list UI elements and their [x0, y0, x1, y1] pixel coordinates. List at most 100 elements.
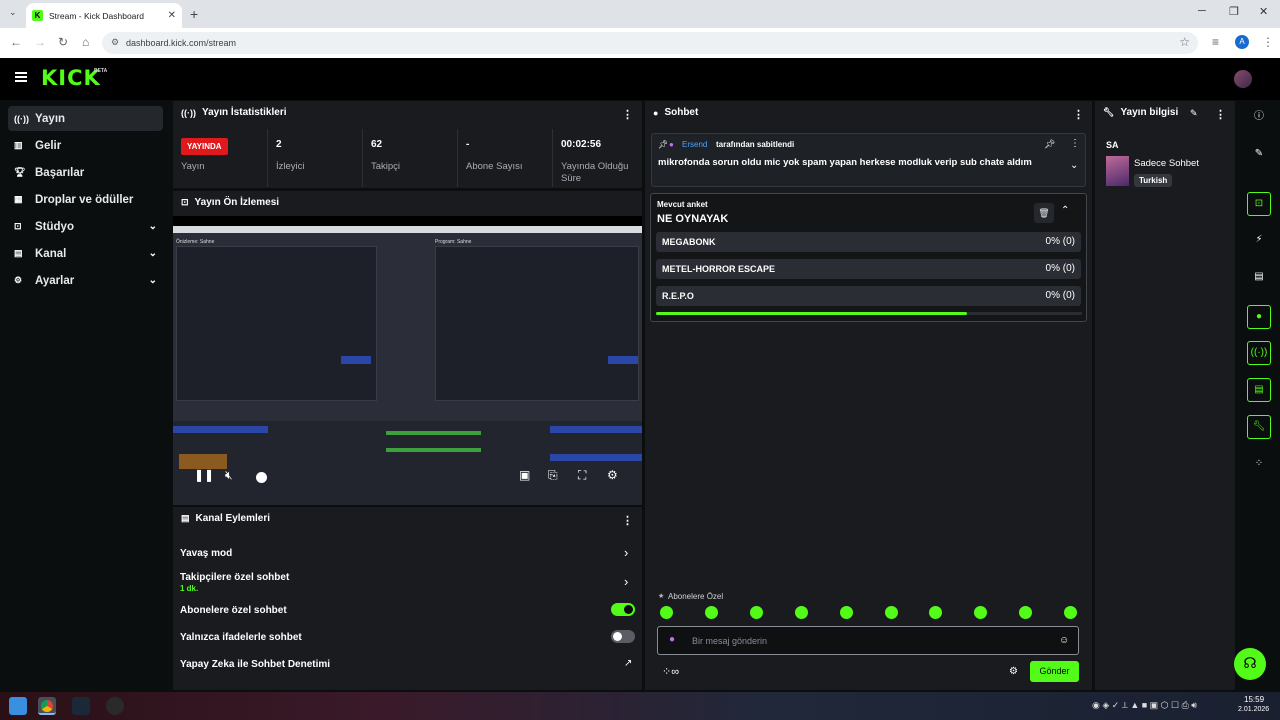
sub-emote-icon[interactable] [884, 606, 898, 619]
more-options-icon[interactable]: ⋮ [1215, 108, 1226, 121]
pinned-user[interactable]: Ersend [682, 140, 707, 149]
apps-icon[interactable]: ⁘ [1247, 453, 1271, 477]
send-button[interactable]: Gönder [1030, 661, 1079, 682]
poll-option[interactable]: METEL-HORROR ESCAPE 0% (0) [656, 259, 1081, 279]
ai-moderation-label[interactable]: Yapay Zeka ile Sohbet Denetimi [180, 659, 330, 670]
pause-icon[interactable]: ❚❚ [194, 468, 214, 482]
obs-program-screen [435, 246, 639, 401]
info-icon[interactable]: ⓘ [1247, 106, 1271, 130]
bookmark-star-icon[interactable]: ☆ [1179, 35, 1190, 49]
more-options-icon[interactable]: ⋮ [622, 108, 633, 121]
url-text: dashboard.kick.com/stream [126, 38, 237, 48]
chevron-down-icon[interactable]: ⌄ [1070, 160, 1078, 171]
sidebar-item-studyo[interactable]: ⊡ Stüdyo ⌄ [8, 214, 163, 239]
sub-emote-icon[interactable] [704, 606, 718, 619]
lightning-icon[interactable]: ⚡︎ [1247, 229, 1271, 253]
broadcast-toggle-icon[interactable]: ((·)) [1247, 341, 1271, 365]
more-options-icon[interactable]: ⋮ [1073, 108, 1084, 121]
pinned-by-text: tarafından sabitlendi [716, 140, 795, 149]
subs-only-toggle[interactable] [611, 603, 635, 616]
volume-slider-handle[interactable] [256, 472, 267, 483]
profile-avatar[interactable]: A [1235, 35, 1249, 49]
stat-duration: 00:02:56 Yayında Olduğu Süre [553, 129, 642, 187]
document-icon[interactable]: ▤ [1247, 266, 1271, 290]
cast-icon[interactable]: ⎘ [548, 468, 558, 483]
user-avatar[interactable] [1234, 70, 1252, 88]
mute-icon[interactable]: 🔇︎ [225, 468, 233, 483]
sidebar-item-label: Yayın [35, 112, 66, 125]
tab-list-icon[interactable]: ⌄ [9, 7, 17, 18]
sub-emote-icon[interactable] [660, 606, 673, 619]
home-icon[interactable]: ⌂ [82, 35, 89, 49]
obs-taskbar-icon[interactable] [106, 697, 124, 715]
stream-preview-video[interactable]: Önizleme: Sahne Program: Sahne [173, 216, 642, 505]
chat-toggle-icon[interactable]: ● [1247, 305, 1271, 329]
chrome-taskbar-icon[interactable] [38, 697, 56, 715]
sidebar-item-kanal[interactable]: ▤ Kanal ⌄ [8, 241, 163, 266]
close-window-icon[interactable]: ✕ [1259, 5, 1268, 18]
site-info-icon[interactable]: ⚙ [111, 37, 119, 48]
sidebar-item-ayarlar[interactable]: ⚙ Ayarlar ⌄ [8, 268, 163, 293]
stream-stats-panel: ((·)) Yayın İstatistikleri ⋮ YAYINDA Yay… [173, 101, 642, 188]
sub-emote-icon[interactable] [839, 606, 853, 619]
settings-icon[interactable]: ⚙ [607, 468, 618, 482]
edit-icon[interactable]: ✎ [1190, 108, 1198, 119]
category-thumbnail[interactable] [1106, 156, 1129, 186]
slow-mode-label[interactable]: Yavaş mod [180, 548, 232, 559]
sub-emote-icon[interactable] [749, 606, 763, 619]
gift-icon: ▦ [14, 194, 23, 204]
chat-settings-icon[interactable]: ⚙ [1009, 666, 1018, 677]
reading-list-icon[interactable]: ≡ [1212, 35, 1219, 49]
stat-value: 00:02:56 [561, 139, 602, 150]
external-link-icon[interactable]: ↗ [624, 658, 632, 669]
poll-option[interactable]: R.E.P.O 0% (0) [656, 286, 1081, 306]
mic-icon: ● [669, 634, 676, 645]
sidebar-item-yayin[interactable]: ((·)) Yayın [8, 106, 163, 131]
chevron-right-icon[interactable]: › [624, 574, 628, 589]
emotes-only-toggle[interactable] [611, 630, 635, 643]
chat-input-field[interactable]: ● Bir mesaj gönderin ☺ [657, 626, 1079, 655]
new-tab-icon[interactable]: + [190, 6, 198, 22]
more-options-icon[interactable]: ⋮ [622, 514, 633, 527]
chevron-down-icon: ⌄ [148, 221, 157, 232]
chevron-right-icon[interactable]: › [624, 545, 628, 560]
preview-toggle-icon[interactable]: ⊡ [1247, 192, 1271, 216]
delete-poll-icon[interactable]: 🗑︎ [1034, 203, 1054, 223]
more-options-icon[interactable]: ⋮ [1070, 138, 1080, 149]
pencil-icon[interactable]: ✎ [1247, 143, 1271, 167]
sidebar-item-label: Ayarlar [35, 274, 75, 287]
hamburger-menu-icon[interactable] [15, 72, 27, 82]
url-field[interactable]: ⚙ dashboard.kick.com/stream ☆ [102, 32, 1198, 54]
browser-tab[interactable]: K Stream - Kick Dashboard ✕ [26, 3, 182, 28]
chat-tools-icon[interactable]: ⁘∞ [662, 665, 679, 678]
forward-icon[interactable]: → [34, 35, 46, 49]
poll-option[interactable]: MEGABONK 0% (0) [656, 232, 1081, 252]
actions-toggle-icon[interactable]: ▤ [1247, 378, 1271, 402]
support-headset-icon[interactable]: ☊ [1234, 648, 1266, 680]
sub-emote-icon[interactable] [1064, 606, 1078, 619]
gear-icon: ⚙ [14, 275, 23, 285]
back-icon[interactable]: ← [10, 35, 22, 49]
reload-icon[interactable]: ↻ [58, 35, 68, 49]
kick-logo[interactable]: KICK [41, 66, 101, 90]
close-tab-icon[interactable]: ✕ [168, 10, 176, 21]
stat-label: İzleyici [276, 161, 305, 172]
emoji-picker-icon[interactable]: ☺ [1059, 635, 1069, 646]
tray-icons[interactable]: ◉ ◈ ✓ ⟂ ▲ ■ ▣ ⬡ ☐ ⎙ 🔊︎ [1092, 700, 1197, 711]
followers-only-label[interactable]: Takipçilere özel sohbet [180, 572, 289, 583]
sidebar-item-droplar[interactable]: ▦ Droplar ve ödüller [8, 187, 163, 212]
chevron-up-icon[interactable]: ⌃ [1061, 205, 1069, 216]
restore-icon[interactable]: ❐ [1229, 5, 1239, 18]
sub-emote-icon[interactable] [794, 606, 808, 619]
picture-in-picture-icon[interactable]: ▣ [519, 468, 530, 482]
unpin-icon[interactable]: 📌︎ [1044, 139, 1055, 150]
sidebar-item-gelir[interactable]: ▥ Gelir [8, 133, 163, 158]
windows-start-icon[interactable] [9, 697, 27, 715]
steam-taskbar-icon[interactable] [72, 697, 90, 715]
category-name[interactable]: Sadece Sohbet [1134, 158, 1199, 169]
fullscreen-icon[interactable]: ⛶ [578, 468, 586, 483]
browser-menu-icon[interactable]: ⋮ [1262, 35, 1274, 49]
minimize-icon[interactable]: ─ [1198, 5, 1206, 17]
wrench-toggle-icon[interactable]: 🔧︎ [1247, 415, 1271, 439]
sidebar-item-basarilar[interactable]: 🏆︎ Başarılar [8, 160, 163, 185]
